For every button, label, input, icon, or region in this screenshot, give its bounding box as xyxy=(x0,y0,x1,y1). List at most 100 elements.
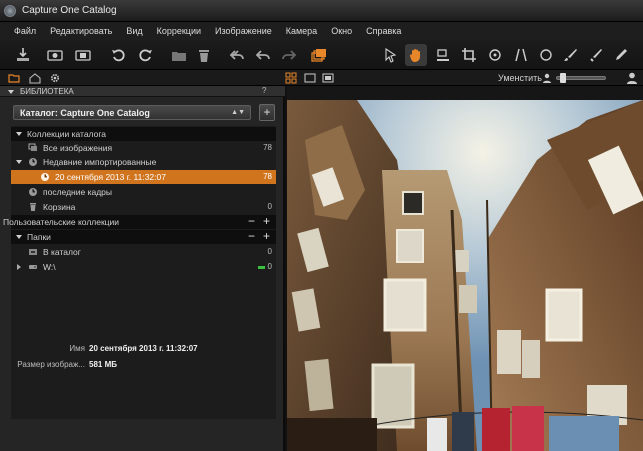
pan-hand-tool-icon[interactable] xyxy=(405,44,427,66)
crop-tool-icon[interactable] xyxy=(458,44,480,66)
move-to-folder-icon[interactable] xyxy=(168,44,190,66)
rotate-left-icon[interactable] xyxy=(108,44,130,66)
clock-icon xyxy=(28,157,38,167)
rotate-tool-icon[interactable] xyxy=(484,44,506,66)
info-value: 20 сентября 2013 г. 11:32:07 xyxy=(89,344,198,353)
settings-gear-icon[interactable] xyxy=(49,72,61,84)
remove-folder-button[interactable]: − xyxy=(248,230,255,243)
photo-preview[interactable] xyxy=(287,100,643,451)
collection-count: 78 xyxy=(263,172,272,181)
capture-icon[interactable] xyxy=(44,44,66,66)
collection-label: Все изображения xyxy=(43,143,113,153)
menu-image[interactable]: Изображение xyxy=(215,26,272,36)
folder-label: В каталог xyxy=(43,247,81,257)
zoom-label: Уменстить xyxy=(498,73,542,83)
collection-count: 0 xyxy=(267,202,272,211)
dropdown-arrow-icon: ▲▼ xyxy=(231,109,245,116)
info-size-row: Размер изображ... 581 МБ xyxy=(0,360,285,372)
online-indicator xyxy=(258,266,265,269)
single-view-icon[interactable] xyxy=(304,72,316,84)
trash-icon[interactable] xyxy=(193,44,215,66)
add-folder-button[interactable]: + xyxy=(263,230,270,243)
filmstrip-view-icon[interactable] xyxy=(322,72,334,84)
library-help-button[interactable]: ? xyxy=(262,86,266,95)
menu-camera[interactable]: Камера xyxy=(286,26,317,36)
collection-all-images[interactable]: Все изображения 78 xyxy=(11,141,276,155)
window-title: Capture One Catalog xyxy=(22,5,117,16)
rotate-right-icon[interactable] xyxy=(134,44,156,66)
collection-label: 20 сентября 2013 г. 11:32:07 xyxy=(55,172,166,182)
menu-help[interactable]: Справка xyxy=(366,26,401,36)
info-value: 581 МБ xyxy=(89,360,117,369)
pointer-tool-icon[interactable] xyxy=(380,44,402,66)
undo-icon[interactable] xyxy=(252,44,274,66)
info-name-row: Имя 20 сентября 2013 г. 11:32:07 xyxy=(0,344,285,356)
folder-label: W:\ xyxy=(43,262,56,272)
info-key: Имя xyxy=(69,344,85,353)
catalog-select-value: Каталог: Capture One Catalog xyxy=(20,108,150,118)
add-catalog-button[interactable]: + xyxy=(259,104,275,121)
library-tab-folder-icon[interactable] xyxy=(8,72,20,84)
title-bar: Capture One Catalog xyxy=(0,0,643,22)
loupe-tool-icon[interactable] xyxy=(432,44,454,66)
collapse-arrow-icon[interactable] xyxy=(8,90,14,94)
expand-arrow-icon[interactable] xyxy=(16,160,22,164)
section-label: Коллекции каталога xyxy=(27,129,106,139)
collection-recent-captures[interactable]: последние кадры xyxy=(11,185,276,199)
color-picker-tool-icon[interactable] xyxy=(610,44,632,66)
expand-arrow-icon[interactable] xyxy=(17,264,21,270)
app-icon xyxy=(4,4,16,17)
undo-all-icon[interactable] xyxy=(226,44,248,66)
add-collection-button[interactable]: + xyxy=(263,215,270,228)
collection-label: последние кадры xyxy=(43,187,113,197)
section-label: Пользовательские коллекции xyxy=(3,217,120,227)
library-tree: Коллекции каталога Все изображения 78 Не… xyxy=(3,126,276,419)
catalog-select[interactable]: Каталог: Capture One Catalog ▲▼ xyxy=(13,105,251,120)
info-key: Размер изображ... xyxy=(17,360,85,369)
collection-label: Корзина xyxy=(43,202,76,212)
library-header[interactable]: БИБЛИОТЕКА ? xyxy=(0,86,285,97)
menu-adjustments[interactable]: Коррекции xyxy=(157,26,201,36)
collection-recent-imports[interactable]: Недавние импортированные xyxy=(11,155,276,169)
compare-icon[interactable] xyxy=(72,44,94,66)
remove-collection-button[interactable]: − xyxy=(248,215,255,228)
collection-trash[interactable]: Корзина 0 xyxy=(11,200,276,214)
drive-icon xyxy=(28,262,38,272)
collection-import-date[interactable]: 20 сентября 2013 г. 11:32:07 78 xyxy=(11,170,276,184)
viewer-top-strip xyxy=(287,86,643,100)
folder-drive-w[interactable]: W:\ 0 xyxy=(11,260,276,274)
library-panel: БИБЛИОТЕКА ? Каталог: Capture One Catalo… xyxy=(0,86,285,451)
main-toolbar xyxy=(0,40,643,70)
import-icon[interactable] xyxy=(12,44,34,66)
clock-icon xyxy=(28,187,38,197)
trash-icon xyxy=(28,202,38,212)
menu-window[interactable]: Окно xyxy=(331,26,352,36)
brush-tool-icon[interactable] xyxy=(560,44,582,66)
capture-tab-icon[interactable] xyxy=(29,72,41,84)
keystone-tool-icon[interactable] xyxy=(510,44,532,66)
large-person-icon xyxy=(626,72,638,84)
folder-count: 0 xyxy=(267,262,272,271)
expand-arrow-icon[interactable] xyxy=(16,132,22,136)
section-folders[interactable]: Папки − + xyxy=(11,230,276,244)
eraser-tool-icon[interactable] xyxy=(585,44,607,66)
menu-edit[interactable]: Редактировать xyxy=(50,26,112,36)
section-user-collections[interactable]: Пользовательские коллекции − + xyxy=(3,215,276,229)
catalog-folder-icon xyxy=(28,247,38,257)
folder-in-catalog[interactable]: В каталог 0 xyxy=(11,245,276,259)
redo-icon[interactable] xyxy=(278,44,300,66)
collection-count: 78 xyxy=(263,143,272,152)
spot-removal-tool-icon[interactable] xyxy=(535,44,557,66)
section-catalog-collections[interactable]: Коллекции каталога xyxy=(11,127,276,141)
folder-count: 0 xyxy=(267,247,272,256)
menu-file[interactable]: Файл xyxy=(14,26,36,36)
thumbnail-size-slider-thumb[interactable] xyxy=(560,73,566,83)
collection-label: Недавние импортированные xyxy=(43,157,157,167)
variants-icon[interactable] xyxy=(308,44,330,66)
library-title: БИБЛИОТЕКА xyxy=(20,87,74,96)
image-viewer[interactable] xyxy=(287,86,643,451)
section-label: Папки xyxy=(27,232,51,242)
grid-view-icon[interactable] xyxy=(285,72,297,84)
expand-arrow-icon[interactable] xyxy=(16,235,22,239)
menu-view[interactable]: Вид xyxy=(126,26,142,36)
